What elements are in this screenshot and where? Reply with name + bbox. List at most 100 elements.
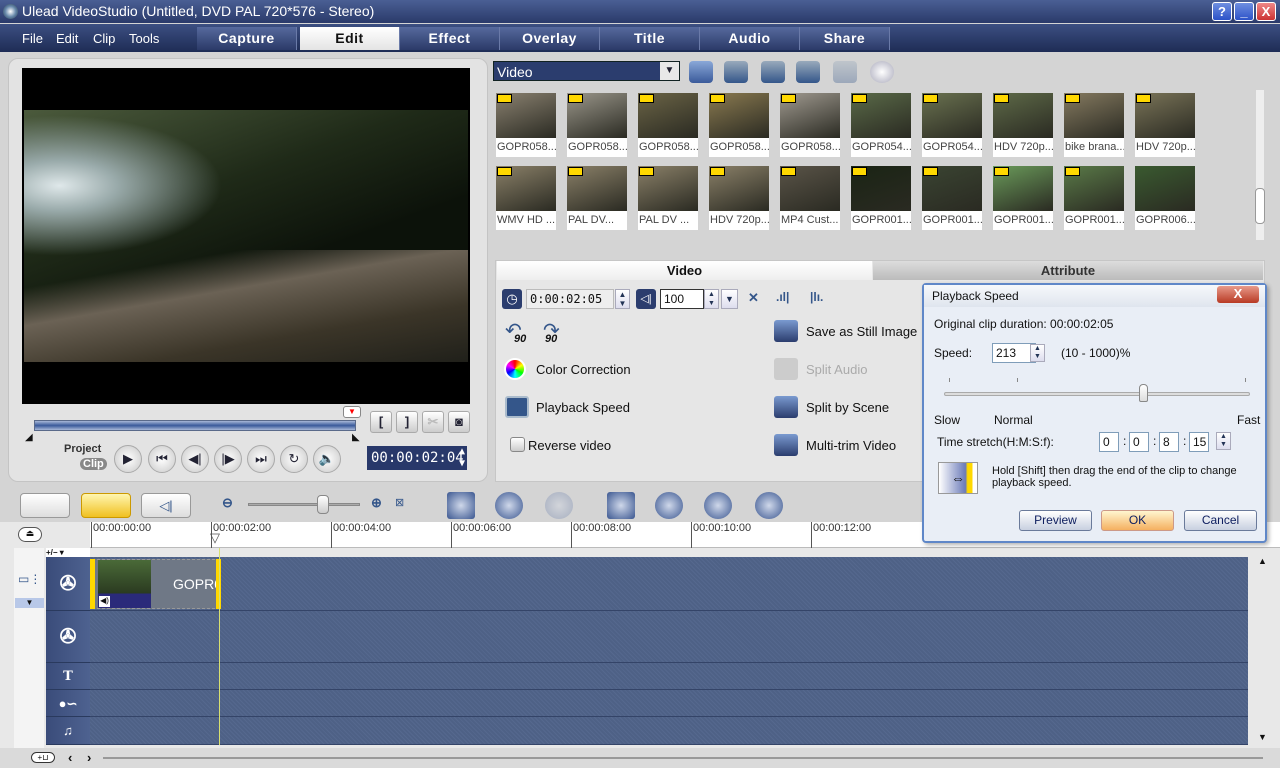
library-clip[interactable]: HDV 720p... bbox=[993, 93, 1053, 157]
menu-edit[interactable]: Edit bbox=[56, 31, 78, 46]
mute-icon[interactable]: ✕ bbox=[748, 290, 759, 306]
audio-view-button[interactable]: ◁| bbox=[141, 493, 191, 518]
reverse-video-checkbox[interactable] bbox=[510, 437, 525, 452]
expand-icon[interactable] bbox=[870, 61, 894, 83]
scroll-left-button[interactable]: ‹ bbox=[68, 750, 72, 765]
tab-effect[interactable]: Effect bbox=[400, 27, 500, 50]
voice-track-icon[interactable]: ●∽ bbox=[46, 690, 90, 717]
title-track[interactable] bbox=[90, 663, 1248, 690]
split-scene-icon[interactable] bbox=[774, 396, 798, 418]
library-scroll-thumb[interactable] bbox=[1255, 188, 1265, 224]
ok-button[interactable]: OK bbox=[1101, 510, 1174, 531]
video-track[interactable] bbox=[90, 557, 1248, 611]
tab-share[interactable]: Share bbox=[800, 27, 890, 50]
cancel-button[interactable]: Cancel bbox=[1184, 510, 1257, 531]
library-clip[interactable]: GOPR001... bbox=[1064, 166, 1124, 230]
cut-clip-button[interactable]: ✂ bbox=[422, 411, 444, 433]
tab-overlay[interactable]: Overlay bbox=[500, 27, 600, 50]
end-button[interactable]: ⏭ bbox=[247, 445, 275, 473]
library-clip[interactable]: GOPR001... bbox=[993, 166, 1053, 230]
speed-slider-thumb[interactable] bbox=[1139, 384, 1149, 402]
folder-open-icon[interactable] bbox=[689, 61, 713, 83]
library-clip[interactable]: GOPR058... bbox=[638, 93, 698, 157]
title-track-icon[interactable]: T bbox=[46, 663, 90, 690]
library-clip[interactable]: GOPR001... bbox=[922, 166, 982, 230]
dialog-close-button[interactable]: X bbox=[1217, 286, 1259, 303]
library-clip[interactable]: GOPR006... bbox=[1135, 166, 1195, 230]
volume-spinner[interactable]: ▲ ▼ bbox=[704, 289, 719, 309]
library-clip[interactable]: HDV 720p... bbox=[709, 166, 769, 230]
library-view-icon[interactable] bbox=[761, 61, 785, 83]
speed-slider[interactable] bbox=[944, 392, 1250, 396]
timeline-scroll-down[interactable]: ▼ bbox=[1258, 732, 1267, 742]
preview-button[interactable]: Preview bbox=[1019, 510, 1092, 531]
fade-in-icon[interactable]: .ıl| bbox=[776, 290, 789, 304]
color-wheel-icon[interactable] bbox=[504, 358, 526, 380]
repeat-button[interactable]: ↻ bbox=[280, 445, 308, 473]
multi-trim-icon[interactable] bbox=[774, 434, 798, 456]
volume-button[interactable]: 🔈 bbox=[313, 445, 341, 473]
split-audio-icon[interactable] bbox=[774, 358, 798, 380]
add-chapter-icon[interactable]: +⊔ bbox=[31, 752, 55, 763]
library-clip[interactable]: WMV HD ... bbox=[496, 166, 556, 230]
stretch-minutes[interactable]: 0 bbox=[1129, 432, 1149, 452]
video-track-icon[interactable]: ✇ bbox=[46, 557, 90, 611]
library-clip[interactable]: PAL DV... bbox=[567, 166, 627, 230]
multi-trim-video-button[interactable]: Multi-trim Video bbox=[806, 438, 896, 453]
fade-out-icon[interactable]: |lı. bbox=[810, 290, 823, 304]
home-button[interactable]: ⏮ bbox=[148, 445, 176, 473]
trim-start-handle[interactable]: ◢ bbox=[25, 432, 33, 443]
timeline-view-button[interactable] bbox=[81, 493, 131, 518]
redo-icon[interactable] bbox=[545, 492, 573, 519]
scrubber-handle[interactable]: ▼ bbox=[343, 406, 361, 418]
library-clip[interactable]: GOPR058... bbox=[780, 93, 840, 157]
playback-speed-icon[interactable] bbox=[505, 396, 529, 418]
track-manager-icon[interactable] bbox=[704, 492, 732, 519]
tab-title[interactable]: Title bbox=[600, 27, 700, 50]
camera-icon[interactable] bbox=[774, 320, 798, 342]
library-clip[interactable]: GOPR001... bbox=[851, 166, 911, 230]
help-button[interactable]: ? bbox=[1212, 2, 1232, 21]
library-clip[interactable]: MP4 Cust... bbox=[780, 166, 840, 230]
duration-spinner[interactable]: ▲ ▼ bbox=[615, 289, 630, 309]
stretch-seconds[interactable]: 8 bbox=[1159, 432, 1179, 452]
stretch-spinner[interactable]: ▲ ▼ bbox=[1216, 432, 1231, 450]
menu-clip[interactable]: Clip bbox=[93, 31, 115, 46]
project-mode-label[interactable]: Project bbox=[64, 443, 101, 455]
previous-frame-button[interactable]: ◀| bbox=[181, 445, 209, 473]
library-clip[interactable]: GOPR058... bbox=[496, 93, 556, 157]
ripple-dropdown[interactable]: ▼ bbox=[15, 598, 44, 608]
ripple-edit-icon[interactable]: ▭⋮ bbox=[18, 572, 41, 586]
timecode-display[interactable]: 00:00:02:04 ▲ ▼ bbox=[367, 446, 467, 470]
zoom-slider-thumb[interactable] bbox=[317, 495, 329, 514]
fit-project-icon[interactable]: ⊠ bbox=[395, 496, 404, 509]
tab-audio[interactable]: Audio bbox=[700, 27, 800, 50]
zoom-in-icon[interactable]: ⊕ bbox=[371, 495, 382, 511]
chapter-point-icon[interactable] bbox=[655, 492, 683, 519]
tab-video-options[interactable]: Video bbox=[497, 261, 872, 280]
insert-media-icon[interactable] bbox=[447, 492, 475, 519]
music-track-icon[interactable]: ♫ bbox=[46, 717, 90, 745]
sort-az-icon[interactable] bbox=[724, 61, 748, 83]
stretch-hours[interactable]: 0 bbox=[1099, 432, 1119, 452]
next-frame-button[interactable]: |▶ bbox=[214, 445, 242, 473]
storyboard-view-button[interactable] bbox=[20, 493, 70, 518]
playback-speed-button[interactable]: Playback Speed bbox=[536, 400, 630, 415]
tab-edit[interactable]: Edit bbox=[300, 27, 400, 50]
color-correction-button[interactable]: Color Correction bbox=[536, 362, 631, 377]
tab-capture[interactable]: Capture bbox=[197, 27, 297, 50]
playhead-marker[interactable]: ▽ bbox=[210, 530, 220, 546]
play-button[interactable]: ▶ bbox=[114, 445, 142, 473]
stretch-frames[interactable]: 15 bbox=[1189, 432, 1209, 452]
split-audio-button[interactable]: Split Audio bbox=[806, 362, 867, 377]
timeline-horizontal-scrollbar[interactable] bbox=[103, 757, 1263, 759]
overlay-track[interactable] bbox=[90, 611, 1248, 663]
music-track[interactable] bbox=[90, 717, 1248, 745]
clip-mode-label[interactable]: Clip bbox=[80, 458, 107, 470]
library-clip[interactable]: GOPR054... bbox=[922, 93, 982, 157]
tab-attribute[interactable]: Attribute bbox=[873, 261, 1263, 280]
timeline-scroll-up[interactable]: ▲ bbox=[1258, 556, 1267, 566]
volume-dropdown[interactable]: ▼ bbox=[721, 289, 738, 309]
menu-file[interactable]: File bbox=[22, 31, 43, 46]
library-category-dropdown[interactable]: Video ▼ bbox=[493, 61, 680, 81]
